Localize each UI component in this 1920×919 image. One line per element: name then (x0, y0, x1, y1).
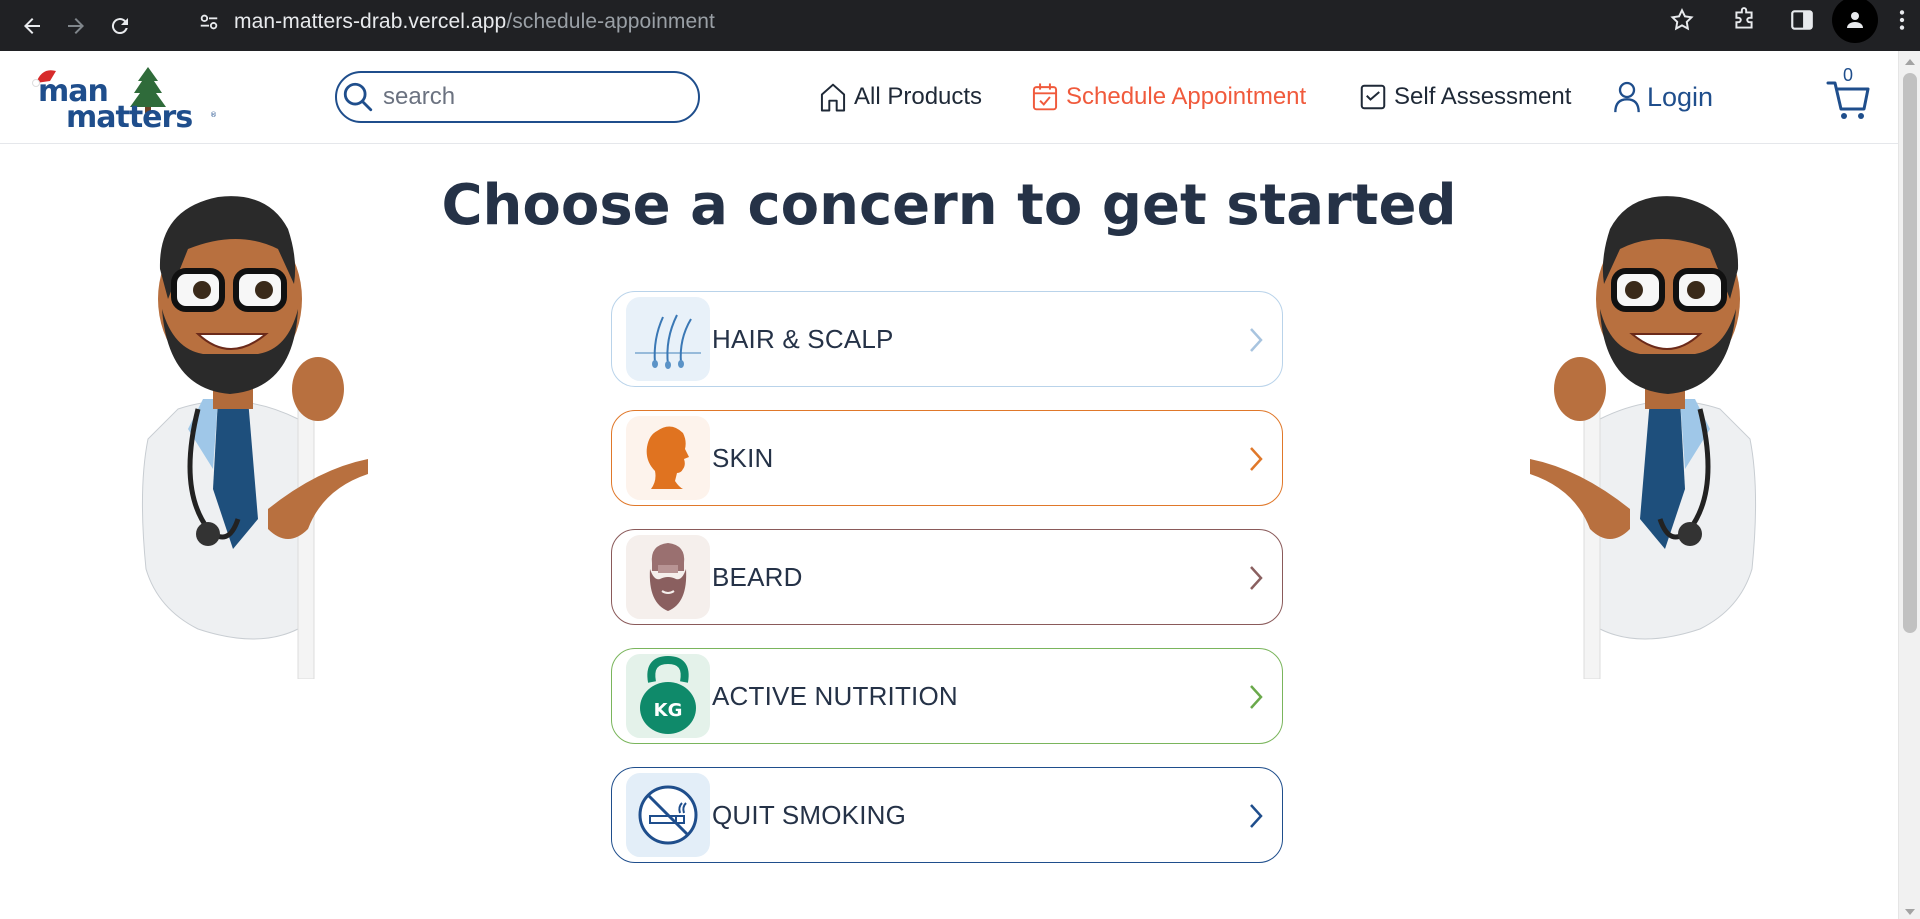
chevron-right-icon (1250, 328, 1263, 352)
address-bar[interactable]: man-matters-drab.vercel.app/schedule-app… (182, 0, 1640, 44)
concern-quit-smoking[interactable]: QUIT SMOKING (611, 767, 1283, 863)
cart-count: 0 (1843, 65, 1854, 85)
side-panel-icon[interactable] (1778, 0, 1826, 40)
scroll-down-arrow-icon[interactable] (1905, 909, 1915, 915)
concern-active-nutrition[interactable]: KG ACTIVE NUTRITION (611, 648, 1283, 744)
nav-schedule-appointment-label: Schedule Appointment (1066, 83, 1307, 110)
nav-schedule-appointment[interactable]: Schedule Appointment (1030, 75, 1306, 119)
extensions-icon[interactable] (1720, 0, 1768, 40)
search-input[interactable] (383, 83, 663, 111)
site-settings-icon[interactable] (198, 11, 220, 33)
menu-dots-icon[interactable] (1884, 0, 1920, 40)
back-icon[interactable] (12, 6, 52, 46)
nav-all-products[interactable]: All Products (818, 75, 982, 119)
chevron-right-icon (1250, 804, 1263, 828)
concern-beard[interactable]: BEARD (611, 529, 1283, 625)
search-icon[interactable] (341, 80, 375, 114)
checkbox-assessment-icon (1360, 84, 1386, 110)
hair-follicle-icon (626, 297, 710, 381)
chevron-right-icon (1250, 685, 1263, 709)
beard-icon (626, 535, 710, 619)
no-smoking-icon (626, 773, 710, 857)
nav-login-label: Login (1647, 81, 1714, 112)
nav-self-assessment-label: Self Assessment (1394, 83, 1572, 110)
concern-skin[interactable]: SKIN (611, 410, 1283, 506)
svg-text:KG: KG (654, 700, 683, 721)
page-content: man matters ® All Products (0, 51, 1898, 919)
chevron-right-icon (1250, 566, 1263, 590)
svg-text:matters: matters (66, 100, 192, 131)
reload-icon[interactable] (100, 6, 140, 46)
kettlebell-icon: KG (626, 654, 710, 738)
home-icon (820, 83, 846, 112)
concern-label: BEARD (712, 561, 803, 592)
user-icon (1614, 81, 1640, 113)
bookmark-star-icon[interactable] (1658, 0, 1706, 40)
nav-login[interactable]: Login (1613, 75, 1713, 119)
forward-icon[interactable] (56, 6, 96, 46)
browser-toolbar: man-matters-drab.vercel.app/schedule-app… (0, 0, 1920, 51)
concern-hair-scalp[interactable]: HAIR & SCALP (611, 291, 1283, 387)
concern-label: ACTIVE NUTRITION (712, 680, 958, 711)
chevron-right-icon (1250, 447, 1263, 471)
svg-text:®: ® (210, 111, 217, 119)
doctor-illustration (141, 196, 368, 679)
search-box[interactable] (335, 71, 700, 123)
scroll-up-arrow-icon[interactable] (1905, 59, 1915, 65)
man-matters-logo[interactable]: man matters ® (32, 65, 222, 131)
url-host: man-matters-drab.vercel.app (234, 10, 507, 33)
face-profile-icon (626, 416, 710, 500)
nav-all-products-label: All Products (854, 83, 983, 110)
concern-label: HAIR & SCALP (712, 323, 894, 354)
calendar-icon (1032, 83, 1058, 111)
doctor-illustration (1530, 196, 1757, 679)
url-path: /schedule-appoinment (506, 10, 715, 33)
concern-label: SKIN (712, 442, 774, 473)
page-scrollbar[interactable] (1898, 51, 1920, 919)
nav-self-assessment[interactable]: Self Assessment (1358, 75, 1571, 119)
site-header: man matters ® All Products (0, 51, 1898, 144)
concern-label: QUIT SMOKING (712, 799, 907, 830)
url-text[interactable]: man-matters-drab.vercel.app/schedule-app… (234, 10, 715, 34)
profile-avatar-icon[interactable] (1832, 0, 1878, 43)
scrollbar-thumb[interactable] (1903, 73, 1917, 633)
